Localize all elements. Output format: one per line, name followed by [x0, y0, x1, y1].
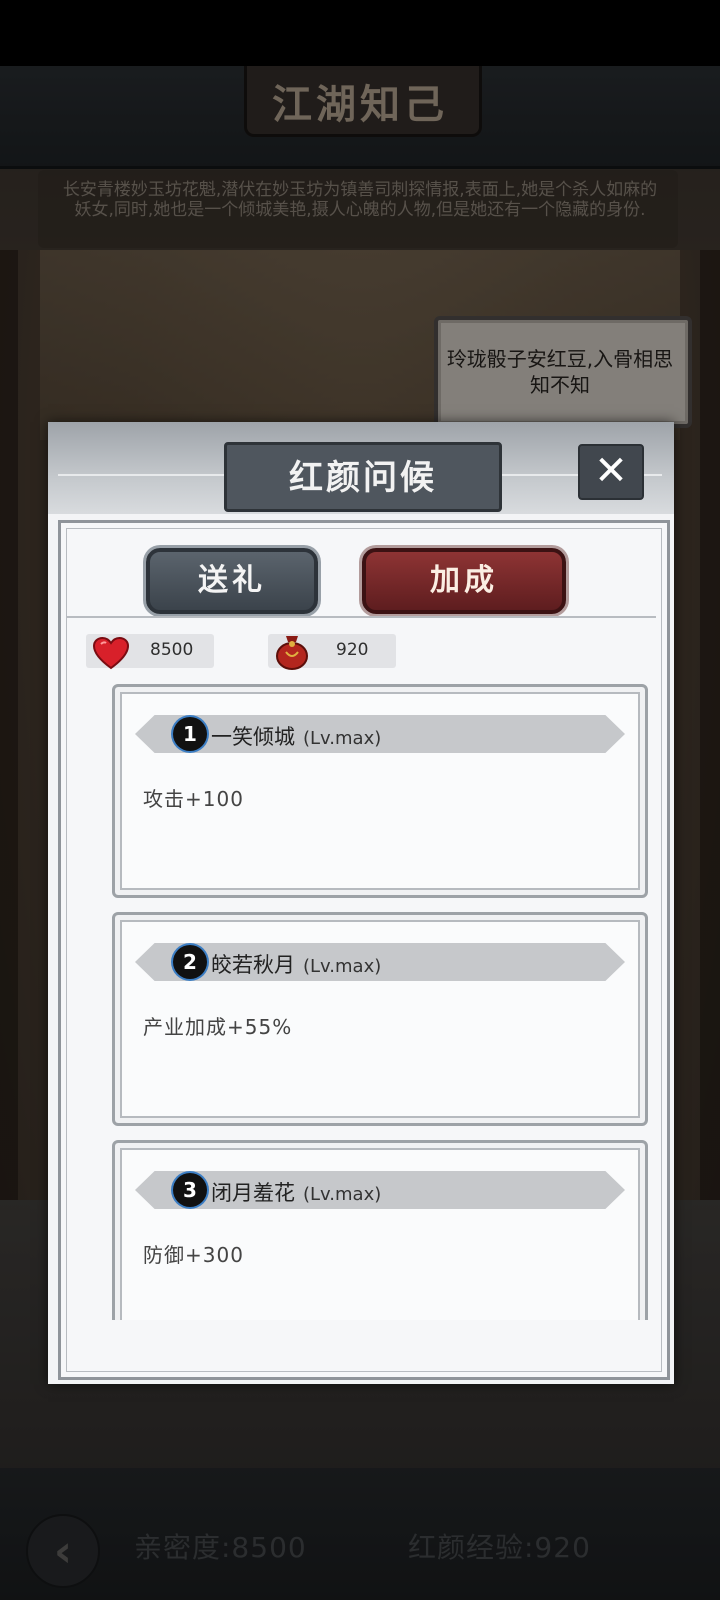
tab-divider: [66, 616, 656, 618]
bonus-name-text: 皎若秋月: [211, 953, 295, 977]
bonus-name-text: 一笑倾城: [211, 725, 295, 749]
bonus-card-1: 1 一笑倾城 (Lv.max) 攻击+100: [112, 684, 648, 898]
bonus-name: 一笑倾城 (Lv.max): [211, 721, 381, 751]
bonus-effect: 防御+300: [143, 1243, 244, 1267]
bonus-level: (Lv.max): [303, 728, 382, 749]
bonus-number-badge: 2: [173, 945, 207, 979]
intimacy-value: 8500: [150, 640, 194, 660]
bonus-level: (Lv.max): [303, 1184, 382, 1205]
bonus-effect: 产业加成+55%: [143, 1015, 293, 1039]
bonus-card-2: 2 皎若秋月 (Lv.max) 产业加成+55%: [112, 912, 648, 1126]
bonus-level: (Lv.max): [303, 956, 382, 977]
bonus-name: 闭月羞花 (Lv.max): [211, 1177, 381, 1207]
bonus-name-text: 闭月羞花: [211, 1181, 295, 1205]
bonus-effect: 攻击+100: [143, 787, 244, 811]
modal-title: 红颜问候: [289, 458, 437, 498]
header-divider-left: [58, 474, 224, 476]
bonus-card-3: 3 闭月羞花 (Lv.max) 防御+300: [112, 1140, 648, 1320]
bonus-number-badge: 3: [173, 1173, 207, 1207]
red-bag-icon: [276, 636, 308, 670]
greeting-modal: 红颜问候 ✕ 送礼 加成 8500 920 1 一笑倾城 (Lv.max) 攻击+…: [48, 422, 674, 1384]
bonus-name: 皎若秋月 (Lv.max): [211, 949, 381, 979]
exp-value: 920: [336, 640, 369, 660]
tab-bonus[interactable]: 加成: [362, 548, 566, 614]
heart-icon: [92, 636, 130, 670]
close-icon: ✕: [594, 448, 628, 494]
bonus-list[interactable]: 1 一笑倾城 (Lv.max) 攻击+100 2 皎若秋月 (Lv.max) 产业加…: [72, 678, 652, 1320]
bonus-number-badge: 1: [173, 717, 207, 751]
tab-gift[interactable]: 送礼: [146, 548, 318, 614]
close-button[interactable]: ✕: [578, 444, 644, 500]
